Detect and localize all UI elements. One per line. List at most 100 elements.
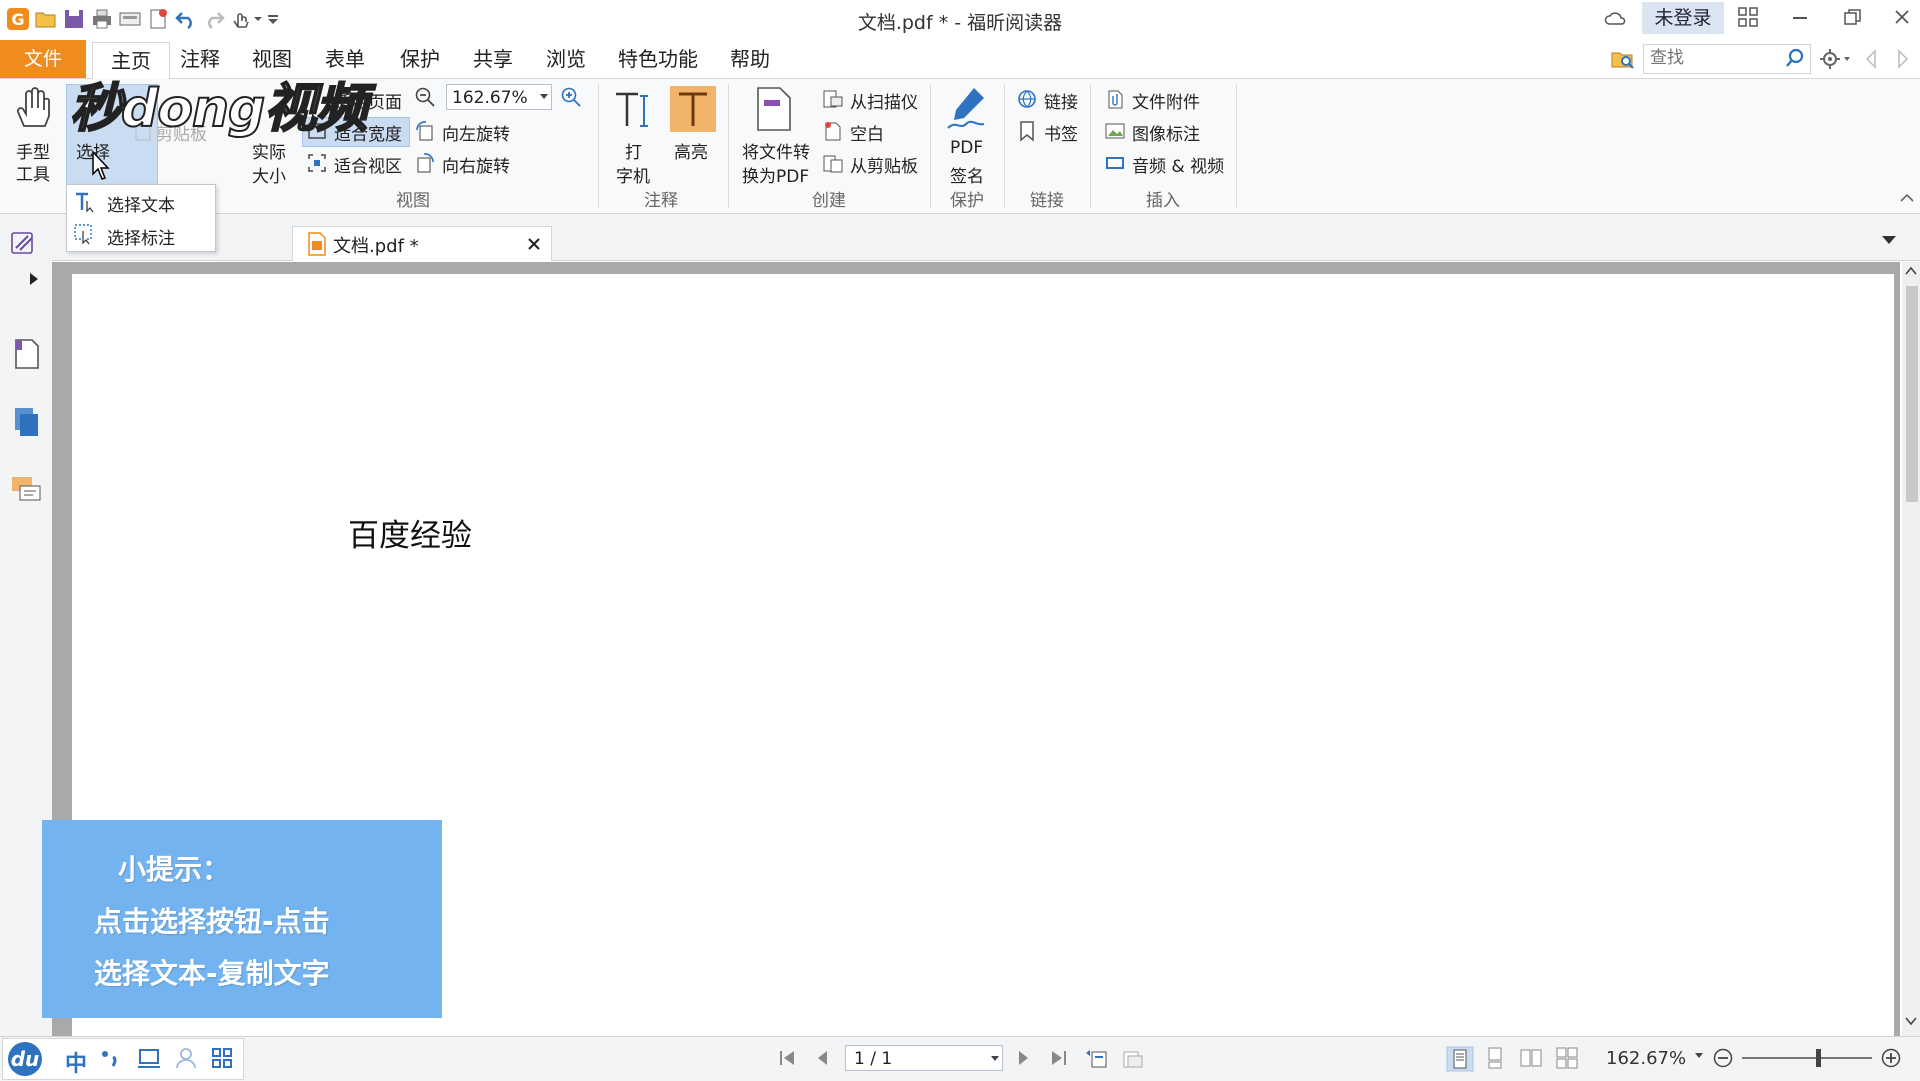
soft-keyboard-icon[interactable]: [137, 1047, 161, 1069]
next-arrow-icon[interactable]: [1894, 48, 1912, 70]
tab-share[interactable]: 共享: [473, 40, 513, 78]
tab-document[interactable]: 文档.pdf *: [292, 226, 552, 261]
hand-tool-label-2[interactable]: 工具: [16, 160, 50, 185]
blank-label[interactable]: 空白: [850, 120, 884, 145]
page-number-combo[interactable]: 1 / 1: [845, 1045, 1003, 1071]
page-thumbnails-icon[interactable]: [12, 338, 40, 370]
audio-video-icon[interactable]: [1104, 152, 1126, 174]
tab-protect[interactable]: 保护: [400, 40, 440, 78]
previous-view-icon[interactable]: [1084, 1047, 1110, 1069]
find-folder-icon[interactable]: [1610, 46, 1636, 72]
typewriter-label-1[interactable]: 打: [625, 138, 642, 163]
zoom-in-circle-icon[interactable]: [1880, 1047, 1902, 1069]
actual-size-label-1[interactable]: 实际: [252, 138, 286, 163]
fit-view-label[interactable]: 适合视区: [334, 152, 402, 177]
rotate-right-label[interactable]: 向右旋转: [442, 152, 510, 177]
grid-menu-icon[interactable]: [211, 1047, 233, 1069]
minimize-icon[interactable]: [1786, 6, 1814, 34]
single-page-view-icon[interactable]: [1446, 1046, 1474, 1072]
convert-to-pdf-label-2[interactable]: 换为PDF: [742, 162, 809, 187]
ime-chinese-mode[interactable]: 中: [65, 1046, 87, 1078]
link-label[interactable]: 链接: [1044, 88, 1078, 113]
from-scanner-label[interactable]: 从扫描仪: [850, 88, 918, 113]
next-view-icon[interactable]: [1120, 1047, 1146, 1069]
user-icon[interactable]: [175, 1047, 197, 1069]
restore-icon[interactable]: [1838, 6, 1866, 34]
facing-view-icon[interactable]: [1520, 1047, 1542, 1069]
zoom-combo[interactable]: 162.67%: [446, 84, 552, 110]
zoom-in-icon[interactable]: [560, 86, 582, 108]
close-tab-icon[interactable]: [527, 237, 541, 251]
menu-item-select-annotation[interactable]: 选择标注: [67, 218, 215, 250]
punctuation-icon[interactable]: [99, 1047, 121, 1069]
rotate-right-icon[interactable]: [414, 152, 436, 174]
comments-panel-icon[interactable]: [10, 474, 42, 506]
settings-gear-icon[interactable]: [1818, 46, 1852, 72]
group-separator: [1004, 84, 1005, 208]
sign-panel-icon[interactable]: [10, 230, 36, 256]
view-mode-icon[interactable]: [1734, 6, 1762, 34]
mouse-cursor-icon: [92, 150, 110, 180]
close-window-icon[interactable]: [1888, 6, 1916, 34]
zoom-out-icon[interactable]: [414, 86, 436, 108]
last-page-icon[interactable]: [1048, 1047, 1070, 1069]
tab-help[interactable]: 帮助: [730, 40, 770, 78]
search-box[interactable]: [1643, 44, 1811, 74]
group-separator: [1236, 84, 1237, 208]
actual-size-label-2[interactable]: 大小: [252, 162, 286, 187]
first-page-icon[interactable]: [776, 1047, 798, 1069]
search-input[interactable]: [1644, 45, 1786, 71]
bookmark-icon[interactable]: [1016, 120, 1038, 142]
pdf-sign-label-1[interactable]: PDF: [950, 138, 983, 158]
search-icon[interactable]: [1784, 47, 1806, 69]
image-annotation-label[interactable]: 图像标注: [1132, 120, 1200, 145]
title-bar: G 文档.pdf * - 福昕阅读器 未登录: [0, 0, 1920, 40]
typewriter-label-2[interactable]: 字机: [616, 162, 650, 187]
hand-tool-icon[interactable]: [12, 86, 52, 130]
typewriter-icon[interactable]: [612, 88, 656, 132]
zoom-slider-thumb[interactable]: [1816, 1049, 1821, 1067]
file-attachment-label[interactable]: 文件附件: [1132, 88, 1200, 113]
baidu-ime-logo-icon[interactable]: du: [5, 1040, 49, 1078]
zoom-slider-track[interactable]: [1742, 1057, 1872, 1059]
pdf-sign-icon[interactable]: [944, 84, 990, 134]
collapse-ribbon-icon[interactable]: [1898, 190, 1916, 204]
continuous-facing-view-icon[interactable]: [1556, 1047, 1578, 1069]
menu-item-select-text[interactable]: 选择文本: [67, 185, 215, 217]
scrollbar-thumb[interactable]: [1906, 286, 1918, 502]
tab-list-dropdown-icon[interactable]: [1880, 234, 1898, 246]
zoom-out-circle-icon[interactable]: [1712, 1047, 1734, 1069]
scanner-icon[interactable]: [822, 88, 844, 110]
file-attachment-icon[interactable]: [1104, 88, 1126, 110]
expand-panel-icon[interactable]: [28, 272, 40, 286]
pdf-sign-label-2[interactable]: 签名: [950, 162, 984, 187]
login-button[interactable]: 未登录: [1642, 2, 1724, 34]
from-clipboard-label[interactable]: 从剪贴板: [850, 152, 918, 177]
highlight-label[interactable]: 高亮: [674, 138, 708, 163]
next-page-icon[interactable]: [1012, 1047, 1034, 1069]
image-annotation-icon[interactable]: [1104, 120, 1126, 142]
highlight-button[interactable]: [670, 86, 716, 132]
tab-browse[interactable]: 浏览: [546, 40, 586, 78]
previous-page-icon[interactable]: [812, 1047, 834, 1069]
document-text[interactable]: 百度经验: [348, 510, 472, 555]
from-clipboard-icon[interactable]: [822, 152, 844, 174]
cloud-icon[interactable]: [1604, 6, 1628, 30]
scroll-down-icon[interactable]: [1904, 1014, 1918, 1028]
zoom-dropdown-icon[interactable]: [1694, 1052, 1704, 1060]
prev-arrow-icon[interactable]: [1862, 48, 1880, 70]
fit-view-icon[interactable]: [306, 152, 328, 174]
convert-to-pdf-icon[interactable]: [754, 86, 794, 132]
bookmark-label[interactable]: 书签: [1044, 120, 1078, 145]
scroll-up-icon[interactable]: [1904, 264, 1918, 278]
link-icon[interactable]: [1016, 88, 1038, 110]
convert-to-pdf-label-1[interactable]: 将文件转: [742, 138, 810, 163]
status-zoom-value[interactable]: 162.67%: [1606, 1048, 1686, 1069]
blank-page-icon[interactable]: [822, 120, 844, 142]
rotate-left-icon[interactable]: [414, 120, 436, 142]
layers-icon[interactable]: [12, 406, 40, 438]
tab-special-features[interactable]: 特色功能: [618, 40, 698, 78]
continuous-view-icon[interactable]: [1484, 1047, 1506, 1069]
rotate-left-label[interactable]: 向左旋转: [442, 120, 510, 145]
audio-video-label[interactable]: 音频 & 视频: [1132, 152, 1224, 177]
